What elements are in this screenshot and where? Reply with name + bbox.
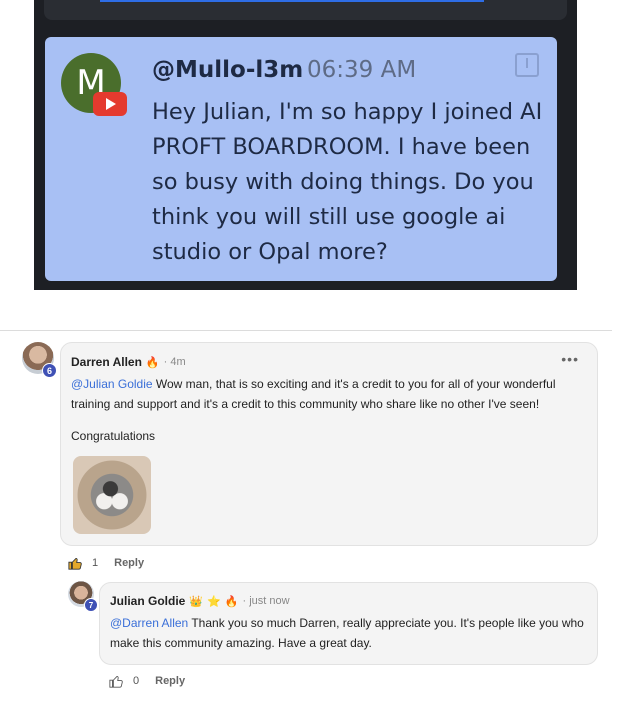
comment-author[interactable]: Julian Goldie [110, 594, 185, 608]
comment-actions: 1 Reply [68, 556, 144, 570]
level-badge: 7 [84, 598, 98, 612]
comment-author[interactable]: Darren Allen [71, 355, 142, 369]
reply-button[interactable]: Reply [114, 557, 144, 569]
thumbs-up-icon[interactable] [68, 556, 82, 570]
like-count: 1 [92, 557, 99, 569]
mention-link[interactable]: @Darren Allen [110, 616, 188, 630]
level-badge: 6 [42, 363, 57, 378]
more-icon[interactable]: ••• [561, 351, 579, 367]
chat-time: 06:39 AM [307, 57, 417, 83]
section-divider [0, 330, 612, 331]
pin-icon [515, 53, 539, 77]
comment-header: Julian Goldie 👑 ⭐ 🔥 · just now [110, 594, 290, 608]
progress-line [100, 0, 484, 2]
embedded-chat-screenshot: M @Mullo-l3m 06:39 AM Hey Julian, I'm so… [34, 0, 577, 290]
raccoon-image[interactable] [73, 456, 151, 534]
comment-body: @Julian Goldie Wow man, that is so excit… [71, 374, 591, 414]
like-count: 0 [133, 675, 140, 687]
thumbs-up-icon[interactable] [109, 674, 123, 688]
chat-message-card: M @Mullo-l3m 06:39 AM Hey Julian, I'm so… [45, 37, 557, 281]
comment-time: · just now [242, 595, 290, 607]
comment-header: Darren Allen 🔥 · 4m [71, 355, 186, 369]
crown-icon: 👑 [189, 594, 204, 608]
comment-bubble: Darren Allen 🔥 · 4m ••• @Julian Goldie W… [60, 342, 598, 546]
reply-button[interactable]: Reply [155, 675, 185, 687]
chat-message-text: Hey Julian, I'm so happy I joined AI PRO… [152, 99, 543, 265]
reply-bubble: Julian Goldie 👑 ⭐ 🔥 · just now @Darren A… [99, 582, 598, 665]
fire-icon: 🔥 [224, 594, 239, 608]
youtube-icon [93, 92, 127, 116]
comment-time: · 4m [163, 356, 186, 368]
comment-actions: 0 Reply [109, 674, 185, 688]
fire-icon: 🔥 [145, 355, 160, 369]
chat-username: @Mullo-l3m [152, 57, 304, 83]
previous-message-card [44, 0, 567, 20]
comment-text-2: Congratulations [71, 429, 156, 443]
comment-body: @Darren Allen Thank you so much Darren, … [110, 613, 590, 653]
star-icon: ⭐ [207, 594, 221, 608]
mention-link[interactable]: @Julian Goldie [71, 377, 153, 391]
